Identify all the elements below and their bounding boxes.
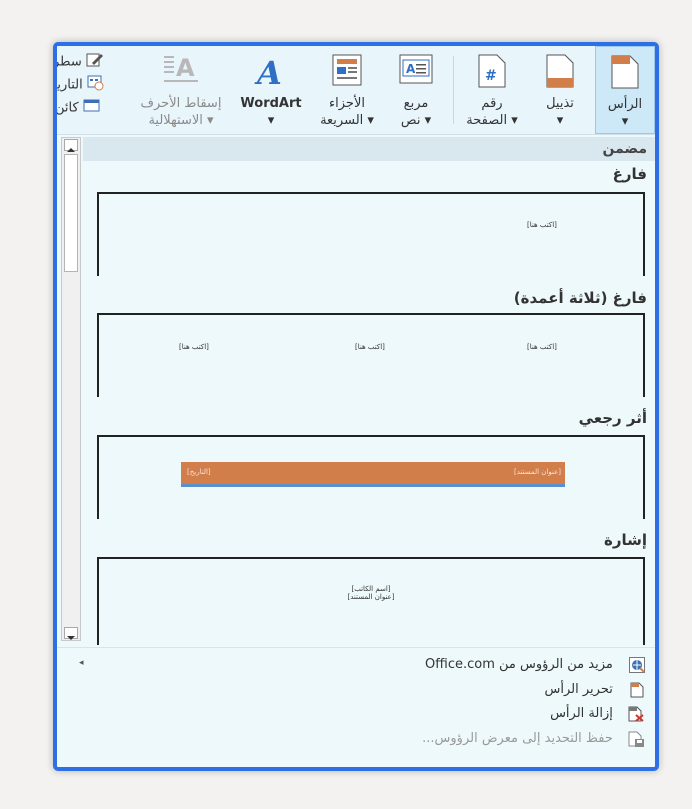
footer-arrow: ▾ [556,113,564,128]
save-selection-item[interactable]: حفظ التحديد إلى معرض الرؤوس... [422,728,645,750]
signature-pen-icon [86,52,104,72]
scroll-down-arrow[interactable] [64,627,78,640]
quick-parts-button[interactable]: الأجزاء السريعة ▾ [311,46,383,134]
calendar-clock-icon [87,75,105,95]
scroll-thumb[interactable] [64,154,78,272]
header-dropdown-window: سطر التاريخ كائن A [53,42,659,771]
quick-parts-label: الأجزاء [329,96,365,111]
header-option-blank[interactable]: [اكتب هنا] [97,192,645,276]
scroll-up-arrow[interactable] [64,139,78,152]
header-gallery: مضمن فارغ [اكتب هنا] فارغ (ثلاثة أعمدة) … [57,135,655,645]
wordart-arrow: ▾ [267,113,275,128]
placeholder-text: [عنوان المستند] [514,468,561,476]
page-edit-icon [629,682,645,698]
page-number-icon: # [478,54,506,92]
signature-line-label: سطر [57,54,82,70]
edit-header-item[interactable]: تحرير الرأس [545,679,645,701]
object-label: كائن [57,100,79,116]
wordart-button[interactable]: A WordArt ▾ [235,46,307,134]
save-to-gallery-icon [628,731,645,747]
placeholder-text: [اسم الكاتب] [351,585,391,593]
drop-cap-label-2: الاستهلالية ▾ [148,113,214,128]
header-button[interactable]: الرأس ▾ [595,46,655,134]
text-box-label-2: نص ▾ [400,113,432,128]
text-box-button[interactable]: A مربع نص ▾ [385,46,447,134]
header-label: الرأس [607,97,643,112]
object-icon [83,99,101,117]
placeholder-text: [اكتب هنا] [527,343,557,351]
gallery-item-title: أثر رجعي [578,409,647,427]
object-command[interactable]: كائن [57,99,101,117]
header-icon [611,55,639,93]
page-number-button[interactable]: # رقم الصفحة ▾ [459,46,525,134]
text-box-label: مربع [403,96,429,111]
more-headers-office-com[interactable]: مزيد من الرؤوس من Office.com [425,654,645,676]
edit-header-label: تحرير الرأس [544,682,613,697]
header-arrow: ▾ [621,114,629,129]
placeholder-stack: [اسم الكاتب] [عنوان المستند] [99,585,643,601]
gallery-item-title: فارغ (ثلاثة أعمدة) [513,289,647,307]
drop-cap-icon: A [164,54,198,90]
collapse-arrow-icon[interactable]: ◂ [79,658,84,668]
footer-icon [546,54,574,92]
svg-text:#: # [485,68,497,84]
header-banner: [عنوان المستند] [التاريخ] [181,462,565,487]
placeholder-text: [اكتب هنا] [179,343,209,351]
remove-page-icon [628,706,645,722]
save-selection-label: حفظ التحديد إلى معرض الرؤوس... [422,731,613,746]
gallery-scrollbar[interactable] [61,137,81,641]
header-menu: ◂ مزيد من الرؤوس من Office.com تحرير الر… [57,647,655,767]
footer-button[interactable]: تذييل ▾ [529,46,591,134]
placeholder-text: [التاريخ] [187,468,211,476]
signature-line-command[interactable]: سطر [57,52,104,72]
header-option-sign[interactable]: [اسم الكاتب] [عنوان المستند] [97,557,645,645]
page-number-label: رقم [481,96,503,111]
date-time-label: التاريخ [57,77,83,93]
gallery-item-title: إشارة [603,531,647,549]
page-number-label-2: الصفحة ▾ [466,113,518,128]
placeholder-text: [اكتب هنا] [355,343,385,351]
remove-header-label: إزالة الرأس [550,706,613,721]
drop-cap-button[interactable]: A إسقاط الأحرف الاستهلالية ▾ [129,46,233,134]
insert-ribbon: سطر التاريخ كائن A [57,46,655,135]
svg-text:A: A [176,54,195,82]
footer-label: تذييل [546,96,574,111]
globe-icon [629,657,645,673]
ribbon-separator [453,56,454,124]
remove-header-item[interactable]: إزالة الرأس [550,703,645,725]
svg-text:A: A [254,54,282,88]
drop-cap-label: إسقاط الأحرف [140,96,222,111]
quick-parts-label-2: السريعة ▾ [320,113,374,128]
header-option-retrospect[interactable]: [عنوان المستند] [التاريخ] [97,435,645,519]
svg-text:A: A [406,62,416,76]
placeholder-text: [عنوان المستند] [347,593,395,601]
header-option-blank-three-columns[interactable]: [اكتب هنا] [اكتب هنا] [اكتب هنا] [97,313,645,397]
more-headers-label: مزيد من الرؤوس من Office.com [425,657,613,672]
date-time-command[interactable]: التاريخ [57,75,105,95]
gallery-section-header: مضمن [83,137,655,161]
gallery-item-title: فارغ [612,165,647,183]
quick-parts-icon [332,54,362,90]
wordart-label: WordArt [240,96,302,111]
placeholder-text: [اكتب هنا] [527,221,557,229]
text-box-icon: A [399,54,433,88]
wordart-icon: A [253,54,289,92]
